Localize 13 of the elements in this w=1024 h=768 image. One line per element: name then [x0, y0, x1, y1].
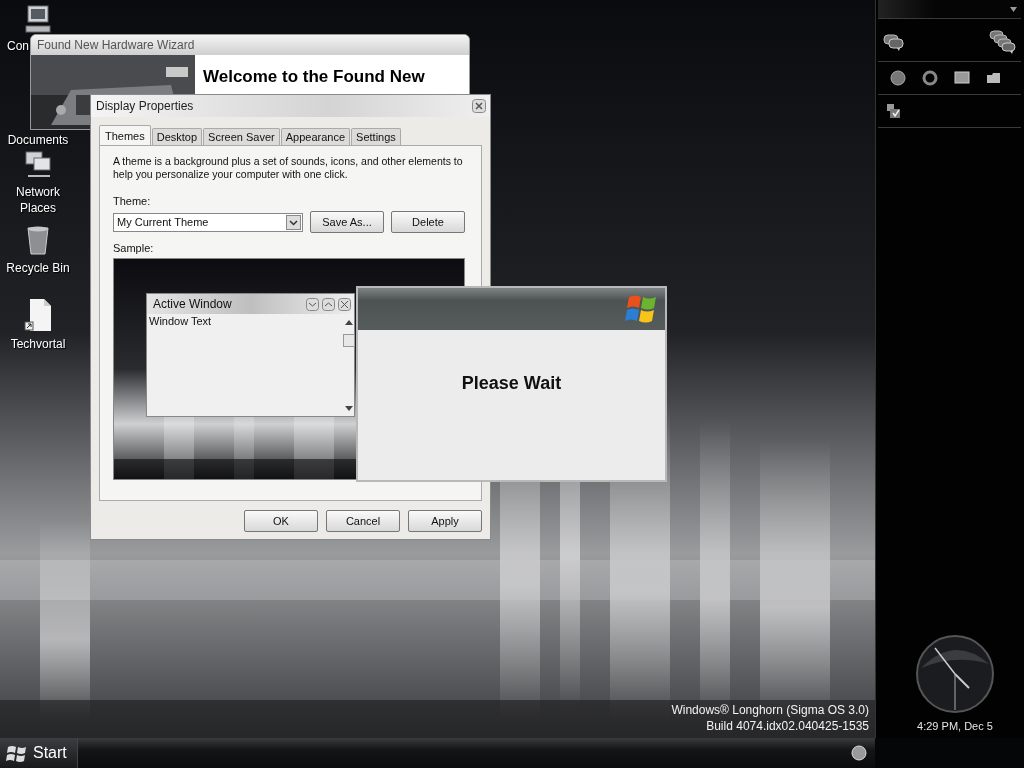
- orb-icon[interactable]: [851, 745, 867, 761]
- folder-icon[interactable]: [986, 71, 1002, 85]
- clock-text: 4:29 PM, Dec 5: [917, 720, 993, 732]
- globe-icon[interactable]: [890, 70, 906, 86]
- dropdown-icon[interactable]: [1010, 6, 1017, 12]
- monitor-icon[interactable]: [954, 71, 970, 85]
- windows-logo-icon: [6, 744, 28, 762]
- chat-bubbles-icon[interactable]: [989, 30, 1017, 56]
- checklist-icon[interactable]: [886, 103, 902, 119]
- ring-icon[interactable]: [922, 70, 938, 86]
- chat-bubbles-icon[interactable]: [883, 34, 905, 52]
- start-button[interactable]: Start: [0, 738, 78, 768]
- clock-icon: [915, 634, 995, 714]
